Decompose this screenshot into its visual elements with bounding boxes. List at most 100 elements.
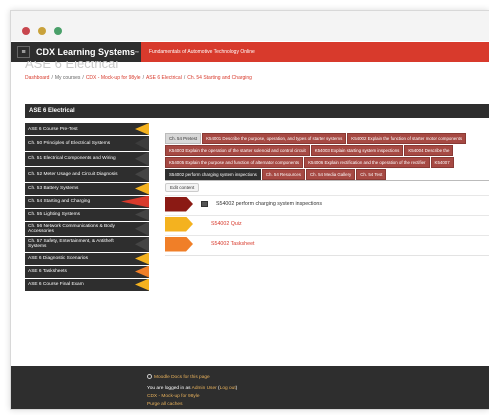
sidebar-item-tasksheets[interactable]: ASE 6 Tasksheets (25, 265, 149, 278)
sidebar-item-label: ASE 6 Tasksheets (28, 269, 67, 274)
sidebar-arrow-icon (135, 265, 149, 278)
sidebar-item-label: Ch. 51 Electrical Components and Wiring (28, 156, 116, 162)
breadcrumb-separator: / (82, 75, 84, 81)
sidebar-item-label: Ch. 54 Starting and Charging (28, 199, 91, 204)
sidebar-item-label: Ch. 57 Safety, Entertainment, & Antithef… (28, 239, 114, 250)
tab-k54004[interactable]: K54004 Describe the (404, 145, 454, 156)
sidebar-arrow-icon (135, 182, 149, 195)
logout-link[interactable]: Log out (220, 386, 236, 391)
page-footer: Moodle Docs for this page You are logged… (11, 366, 489, 409)
sidebar-item-final-exam[interactable]: ASE 6 Course Final Exam (25, 278, 149, 291)
tab-k54003-inspections[interactable]: K54003 Explain starting system inspectio… (310, 145, 404, 156)
close-window-button[interactable] (22, 27, 30, 35)
sidebar-item-diagnostic[interactable]: ASE 6 Diagnostic Scenarios (25, 252, 149, 265)
tab-s54002-active[interactable]: S54002 perform charging system inspectio… (165, 169, 261, 180)
sidebar-item-label: ASE 6 Diagnostic Scenarios (28, 256, 88, 261)
sidebar-item-ch54[interactable]: Ch. 54 Starting and Charging (25, 195, 149, 208)
activity-item[interactable]: S54002 perform charging system inspectio… (165, 195, 489, 212)
edit-content-button[interactable]: Edit content (165, 183, 200, 192)
brand-name: CDX Learning Systems (36, 47, 136, 57)
activity-item[interactable]: S54002 Tasksheet (165, 235, 489, 252)
activity-label[interactable]: S54002 Quiz (211, 221, 242, 227)
breadcrumb-separator: / (51, 75, 53, 81)
breadcrumb-chapter[interactable]: Ch. 54 Starting and Charging (187, 75, 252, 81)
sidebar-arrow-icon (135, 252, 149, 265)
sidebar-arrow-icon (135, 136, 149, 151)
tab-k54003-solenoid[interactable]: K54003 Explain the operation of the star… (165, 145, 310, 156)
file-icon (201, 201, 208, 207)
minimize-window-button[interactable] (38, 27, 46, 35)
content-divider (165, 255, 489, 256)
purge-caches-link[interactable]: Purge all caches (147, 402, 182, 407)
course-home-link[interactable]: CDX - Mock-up for 98yle (147, 394, 200, 399)
hamburger-icon[interactable]: ≡ (17, 46, 30, 58)
tab-row: K54005 Explain the purpose and function … (165, 157, 489, 168)
moodle-docs-link[interactable]: Moodle Docs for this page (154, 375, 210, 380)
page-title-faded: ASE 6 Electrical (25, 61, 119, 70)
breadcrumb-my-courses[interactable]: My courses (55, 75, 81, 81)
chapter-sidebar: ASE 6 Course Pre-Test Ch. 50 Principles … (25, 123, 149, 292)
tab-row: Ch. 54 Pretest K54001 Describe the purpo… (165, 133, 489, 144)
sidebar-item-label: Ch. 55 Lighting Systems (28, 212, 80, 217)
sidebar-item-label: ASE 6 Course Pre-Test (28, 126, 78, 132)
sidebar-item-ch57[interactable]: Ch. 57 Safety, Entertainment, & Antithef… (25, 237, 149, 252)
sidebar-arrow-icon (135, 208, 149, 221)
sidebar-item-ch51[interactable]: Ch. 51 Electrical Components and Wiring (25, 151, 149, 166)
activity-item[interactable]: S54002 Quiz (165, 215, 489, 232)
sidebar-item-ch52[interactable]: Ch. 52 Meter Usage and Circuit Diagnosis (25, 167, 149, 182)
sidebar-arrow-icon (135, 167, 149, 182)
tab-k54006[interactable]: K54006 Explain rectification and the ope… (304, 157, 430, 168)
footer-docs-line: Moodle Docs for this page (147, 374, 210, 380)
activity-tag-icon (165, 196, 193, 212)
sidebar-arrow-icon (135, 123, 149, 135)
section-tabs: Ch. 54 Pretest K54001 Describe the purpo… (165, 133, 489, 182)
activity-tag-icon (165, 236, 193, 252)
brand-logo[interactable]: ≡ CDX Learning Systems ™ (11, 42, 141, 62)
tab-resources[interactable]: Ch. 54 Resources (261, 169, 306, 180)
logged-in-text: You are logged in as (147, 386, 191, 391)
sidebar-arrow-icon (135, 221, 149, 236)
trademark-mark: ™ (135, 49, 140, 55)
breadcrumb-separator: / (142, 75, 144, 81)
footer-login-line: You are logged in as Admin User (Log out… (147, 386, 238, 391)
sidebar-item-label: Ch. 56 Network Communications & Body Acc… (28, 223, 115, 234)
tab-content: Edit content S54002 perform charging sys… (165, 183, 489, 252)
window-titlebar (11, 11, 489, 41)
breadcrumb: Dashboard / My courses / CDX - Mock-up for 9… (25, 75, 252, 81)
tab-media-gallery[interactable]: Ch. 54 Media Gallery (306, 169, 356, 180)
browser-window: ≡ CDX Learning Systems ™ Fundamentals of … (10, 10, 489, 410)
activity-tag-icon (165, 216, 193, 232)
sidebar-arrow-icon (135, 151, 149, 166)
tab-row: S54002 perform charging system inspectio… (165, 169, 489, 181)
sidebar-item-label: Ch. 53 Battery Systems (28, 186, 79, 191)
maximize-window-button[interactable] (54, 27, 62, 35)
footer-course-line: CDX - Mock-up for 98yle (147, 394, 200, 399)
tab-k54001[interactable]: K54001 Describe the purpose, operation, … (202, 133, 347, 144)
sidebar-item-ch50[interactable]: Ch. 50 Principles of Electrical Systems (25, 136, 149, 151)
breadcrumb-course[interactable]: CDX - Mock-up for 98yle (86, 75, 141, 81)
sidebar-item-label: ASE 6 Course Final Exam (28, 282, 84, 287)
tab-pretest[interactable]: Ch. 54 Pretest (165, 133, 202, 144)
tab-k54002[interactable]: K54002 Explain the function of starter m… (347, 133, 467, 144)
sidebar-item-ch53[interactable]: Ch. 53 Battery Systems (25, 182, 149, 195)
user-link[interactable]: Admin User (192, 386, 217, 391)
course-title[interactable]: Fundamentals of Automotive Technology On… (149, 49, 255, 55)
sidebar-arrow-icon (135, 237, 149, 252)
top-navbar: ≡ CDX Learning Systems ™ Fundamentals of … (11, 42, 489, 62)
sidebar-arrow-icon (121, 195, 149, 208)
breadcrumb-separator: / (183, 75, 186, 81)
activity-label[interactable]: S54002 Tasksheet (211, 241, 255, 247)
breadcrumb-dashboard[interactable]: Dashboard (25, 75, 49, 81)
sidebar-item-ch56[interactable]: Ch. 56 Network Communications & Body Acc… (25, 221, 149, 236)
tab-test[interactable]: Ch. 54 Test (356, 169, 387, 180)
activity-label[interactable]: S54002 perform charging system inspectio… (216, 201, 322, 207)
sidebar-item-label: Ch. 50 Principles of Electrical Systems (28, 140, 111, 146)
sidebar-item-pretest[interactable]: ASE 6 Course Pre-Test (25, 123, 149, 135)
breadcrumb-ase6[interactable]: ASE 6 Electrical (146, 75, 182, 81)
info-icon (147, 374, 152, 379)
tab-k54007[interactable]: K54007 (430, 157, 454, 168)
tab-k54005[interactable]: K54005 Explain the purpose and function … (165, 157, 304, 168)
tab-row: K54003 Explain the operation of the star… (165, 145, 489, 156)
sidebar-item-ch55[interactable]: Ch. 55 Lighting Systems (25, 208, 149, 221)
section-header: ASE 6 Electrical (25, 104, 489, 118)
